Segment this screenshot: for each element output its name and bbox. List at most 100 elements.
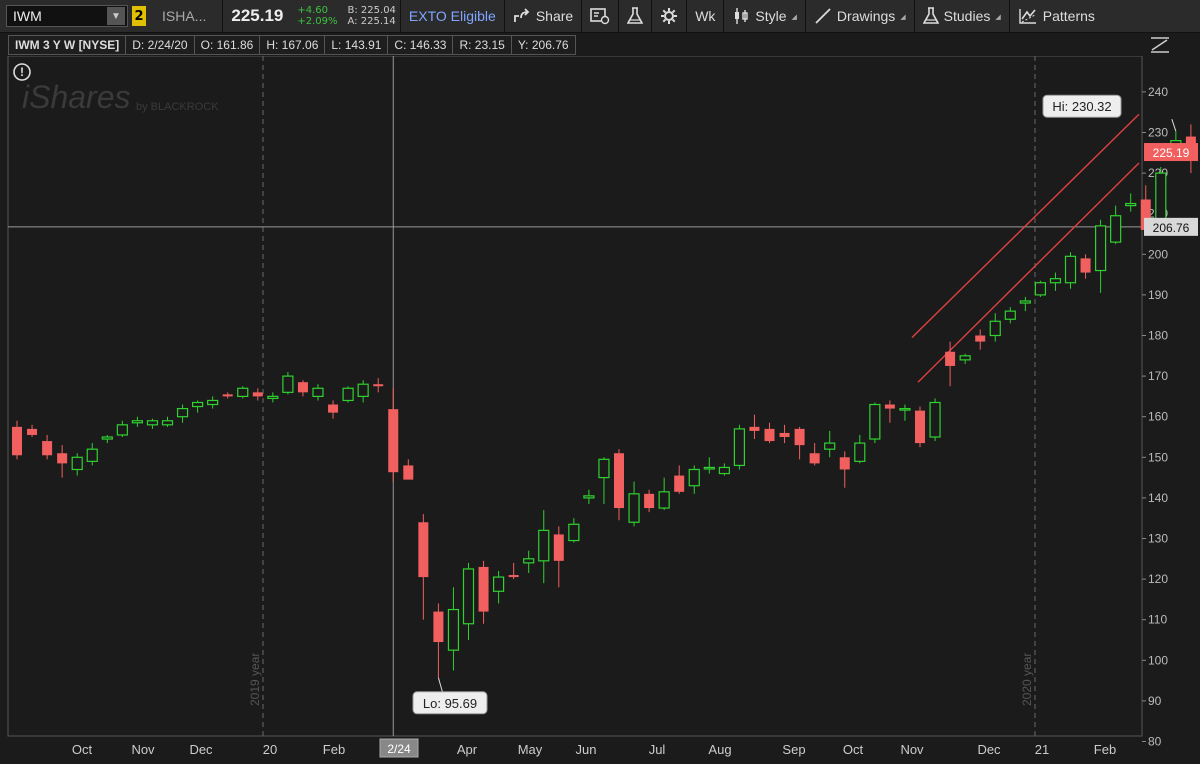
candle-body-up[interactable]	[161, 420, 174, 426]
candle-body-up[interactable]	[282, 375, 294, 393]
candle-body-up[interactable]	[733, 428, 746, 467]
candle-body-up[interactable]	[342, 387, 354, 402]
candle-body-up[interactable]	[192, 401, 204, 408]
candle-body-up[interactable]	[131, 420, 143, 424]
candle-body-down[interactable]	[839, 457, 850, 470]
candle-body-up[interactable]	[1110, 215, 1122, 243]
candle-body-down[interactable]	[57, 453, 68, 464]
candle-body-down[interactable]	[328, 404, 339, 413]
candle-body-down[interactable]	[27, 428, 38, 435]
candle-body-down[interactable]	[794, 428, 805, 446]
candle-body-up[interactable]	[176, 407, 189, 418]
chart-tool-icon[interactable]	[1146, 34, 1174, 56]
candle-body-up[interactable]	[568, 523, 580, 542]
candle-body-down[interactable]	[915, 410, 925, 444]
chevron-down-icon[interactable]: ▼	[107, 7, 125, 25]
candle-body-up[interactable]	[447, 608, 460, 651]
candle-body-up[interactable]	[1155, 172, 1167, 223]
candle-body-down[interactable]	[297, 382, 308, 393]
candle-body-up[interactable]	[116, 424, 128, 436]
candle-body-down[interactable]	[614, 453, 624, 509]
studies-button[interactable]: Studies ◢	[922, 7, 1001, 25]
candle-body-down[interactable]	[222, 394, 233, 397]
candle-body-down[interactable]	[1080, 258, 1091, 273]
flask-button[interactable]	[627, 7, 644, 25]
candle-body-down[interactable]	[553, 534, 564, 561]
candle-body-up[interactable]	[824, 442, 836, 450]
candle-body-up[interactable]	[1004, 310, 1016, 320]
candle-body-down[interactable]	[884, 404, 895, 409]
candle-body-up[interactable]	[146, 420, 159, 426]
candle-body-up[interactable]	[929, 401, 941, 438]
y-tick-label: 160	[1148, 410, 1168, 424]
candle-body-down[interactable]	[809, 453, 820, 464]
candle-body-up[interactable]	[523, 558, 535, 564]
candle-body-down[interactable]	[975, 335, 986, 342]
gear-button[interactable]	[660, 7, 678, 25]
candle-body-down[interactable]	[674, 475, 685, 492]
pct-change: +2.09%	[297, 16, 338, 27]
candle-body-up[interactable]	[959, 355, 971, 361]
candle-body-up[interactable]	[1019, 300, 1031, 304]
divider	[651, 0, 653, 32]
candle-body-down[interactable]	[433, 611, 444, 643]
candle-body-up[interactable]	[101, 436, 113, 440]
candle-body-down[interactable]	[388, 409, 399, 473]
candle-body-down[interactable]	[644, 493, 655, 509]
candle-body-up[interactable]	[267, 395, 279, 400]
candle-body-up[interactable]	[583, 495, 595, 499]
candle-body-up[interactable]	[598, 458, 610, 479]
candle-body-up[interactable]	[207, 399, 219, 406]
candle-body-up[interactable]	[703, 466, 715, 470]
candle-body-up[interactable]	[1125, 202, 1137, 207]
candle-body-down[interactable]	[508, 575, 519, 578]
chart-symbol[interactable]: IWM 3 Y W [NYSE]	[8, 35, 127, 55]
candle-body-down[interactable]	[252, 392, 263, 397]
symbol-input[interactable]: IWM	[13, 8, 42, 24]
candle-body-down[interactable]	[42, 441, 53, 456]
patterns-button[interactable]: Patterns	[1018, 7, 1095, 25]
symbol-selector[interactable]: IWM ▼	[6, 5, 128, 27]
candle-body-up[interactable]	[462, 568, 475, 625]
candle-body-down[interactable]	[779, 432, 790, 437]
candle-body-up[interactable]	[899, 407, 911, 411]
candle-body-up[interactable]	[854, 442, 866, 462]
candle-body-down[interactable]	[945, 351, 956, 366]
candle-body-up[interactable]	[493, 576, 505, 592]
info-high: H: 167.06	[260, 35, 326, 55]
aggregation-button[interactable]: Wk	[695, 8, 715, 24]
candle-body-up[interactable]	[357, 383, 369, 398]
y-tick-label: 110	[1148, 613, 1167, 627]
candle-body-up[interactable]	[237, 387, 249, 397]
style-button[interactable]: Style ◢	[732, 7, 797, 25]
divider	[618, 0, 620, 32]
candle-body-down[interactable]	[373, 384, 384, 387]
patterns-icon	[1019, 9, 1036, 24]
share-button[interactable]: Share	[513, 8, 573, 24]
link-badge[interactable]: 2	[132, 6, 146, 26]
candle-body-up[interactable]	[538, 529, 550, 562]
candle-body-up[interactable]	[658, 491, 670, 509]
candle-body-down[interactable]	[418, 522, 429, 578]
chart-settings-button[interactable]	[590, 7, 610, 25]
candle-body-up[interactable]	[86, 448, 98, 462]
price-chart[interactable]: iShares by BLACKROCK! 2019 year 2020 year 80…	[0, 56, 1200, 764]
drawings-button[interactable]: Drawings ◢	[814, 7, 906, 25]
candle-body-down[interactable]	[749, 426, 760, 431]
candle-body-down[interactable]	[478, 566, 489, 612]
candle-body-down[interactable]	[12, 426, 22, 456]
candle-body-up[interactable]	[718, 466, 730, 475]
candle-body-up[interactable]	[688, 468, 700, 487]
candle-body-up[interactable]	[1094, 225, 1107, 272]
candle-body-up[interactable]	[1049, 278, 1062, 284]
candle-body-up[interactable]	[628, 493, 640, 523]
candle-body-down[interactable]	[764, 428, 775, 442]
candle-body-up[interactable]	[71, 456, 83, 471]
candle-body-up[interactable]	[989, 320, 1001, 337]
x-tick-label: 21	[1035, 742, 1049, 757]
candle-body-down[interactable]	[403, 465, 414, 480]
candle-body-up[interactable]	[1034, 282, 1047, 296]
candle-body-up[interactable]	[1064, 255, 1077, 284]
candle-body-up[interactable]	[312, 387, 324, 397]
candle-body-up[interactable]	[869, 403, 881, 440]
